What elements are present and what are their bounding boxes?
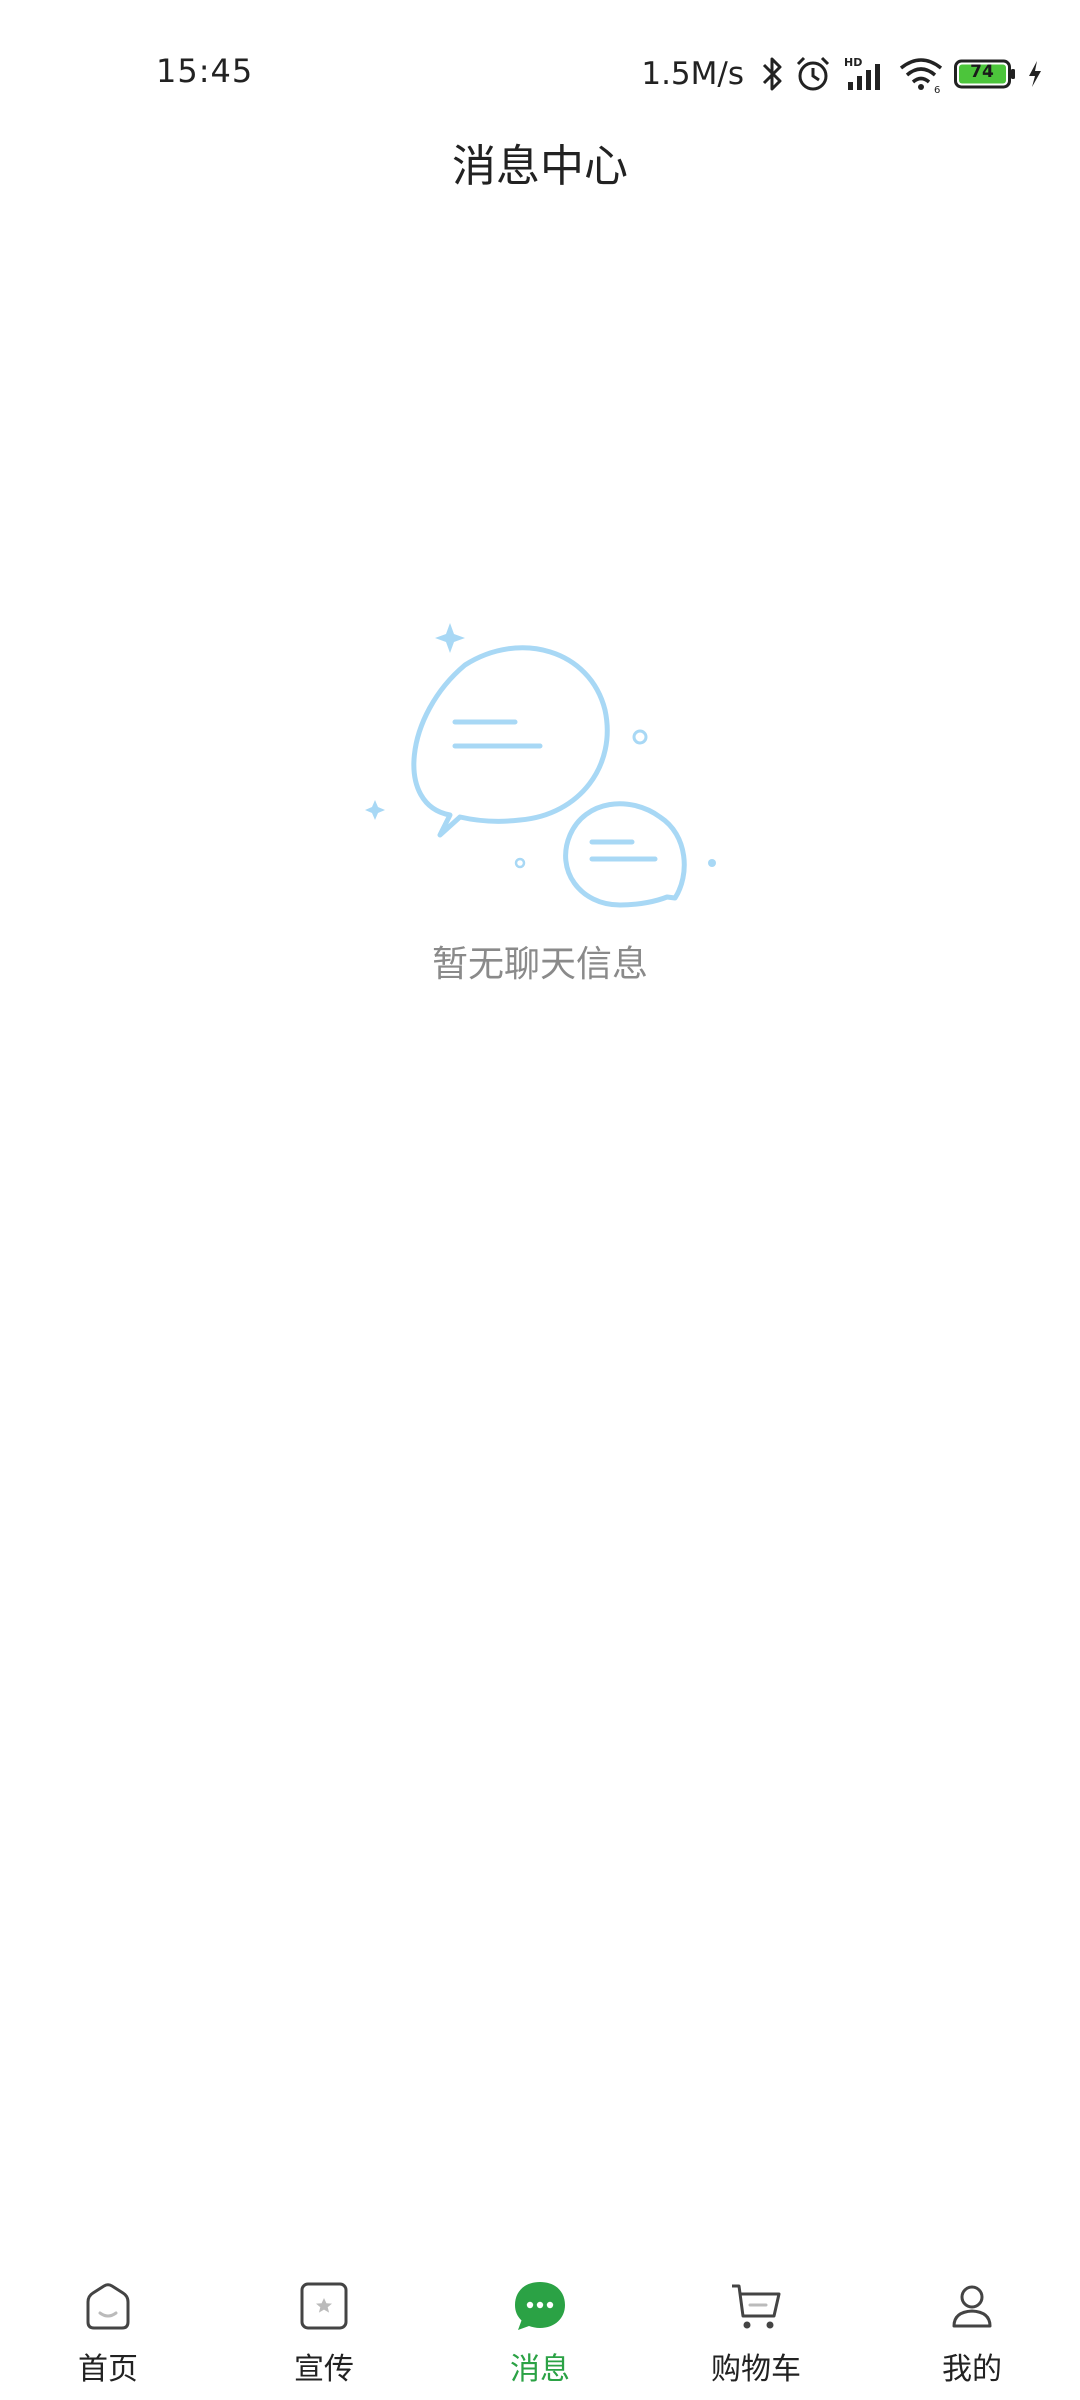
alarm-icon	[796, 56, 830, 91]
tab-profile[interactable]: 我的	[864, 2260, 1080, 2400]
tab-home[interactable]: 首页	[0, 2260, 216, 2400]
tab-cart[interactable]: 购物车	[648, 2260, 864, 2400]
user-icon	[952, 2285, 992, 2328]
battery-level: 74	[970, 62, 994, 82]
message-icon	[515, 2282, 565, 2330]
tab-label: 消息	[510, 2352, 570, 2387]
network-speed: 1.5M/s	[641, 56, 744, 92]
svg-text:HD: HD	[844, 56, 862, 69]
status-icons: 1.5M/s HD 6 74	[641, 50, 1044, 98]
tab-label: 我的	[942, 2352, 1002, 2387]
status-time: 15:45	[156, 52, 254, 90]
status-bar: 15:45 1.5M/s HD 6 74	[0, 0, 1080, 130]
home-icon	[86, 2283, 130, 2330]
wifi-icon: 6	[899, 58, 943, 94]
hd-signal-icon: HD	[844, 56, 880, 90]
tab-promo[interactable]: 宣传	[216, 2260, 432, 2400]
cart-icon	[732, 2284, 781, 2329]
page-title: 消息中心	[452, 141, 628, 192]
charging-icon	[1029, 61, 1041, 87]
tab-label: 宣传	[294, 2352, 354, 2387]
empty-state-message: 暂无聊天信息	[431, 944, 648, 985]
tab-label: 购物车	[711, 2352, 801, 2387]
svg-text:6: 6	[934, 85, 940, 94]
chat-bubbles-icon	[365, 623, 716, 908]
promo-star-icon	[300, 2282, 348, 2330]
battery-icon: 74	[954, 59, 1016, 89]
bottom-tab-bar: 首页 宣传 消息 购物车 我的	[0, 2260, 1080, 2400]
tab-label: 首页	[78, 2352, 138, 2387]
bluetooth-icon	[762, 57, 782, 91]
tab-messages[interactable]: 消息	[432, 2260, 648, 2400]
